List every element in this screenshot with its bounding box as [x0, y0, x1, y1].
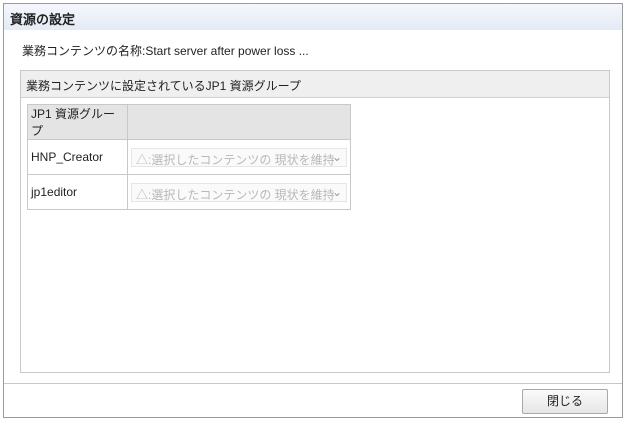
dialog-title: 資源の設定	[4, 4, 622, 30]
select-value: △:選択したコンテンツの 現状を維持	[136, 187, 335, 202]
resource-settings-dialog: 資源の設定 業務コンテンツの名称:Start server after powe…	[3, 3, 623, 418]
table-row: HNP_Creator △:選択したコンテンツの 現状を維持 ⌄	[27, 139, 351, 175]
resource-group-table: JP1 資源グループ HNP_Creator △:選択したコンテンツの 現状を維持…	[27, 104, 351, 210]
content-name-label: 業務コンテンツの名称:Start server after power loss…	[22, 44, 309, 58]
resource-group-panel: 業務コンテンツに設定されているJP1 資源グループ JP1 資源グループ HNP…	[20, 70, 610, 373]
close-button[interactable]: 閉じる	[522, 389, 608, 414]
column-header-setting	[127, 104, 351, 140]
column-header-group: JP1 資源グループ	[27, 104, 128, 140]
setting-select[interactable]: △:選択したコンテンツの 現状を維持 ⌄	[131, 182, 347, 202]
panel-title: 業務コンテンツに設定されているJP1 資源グループ	[21, 71, 609, 98]
setting-select[interactable]: △:選択したコンテンツの 現状を維持 ⌄	[131, 147, 347, 167]
chevron-down-icon: ⌄	[331, 184, 342, 199]
table-row: jp1editor △:選択したコンテンツの 現状を維持 ⌄	[27, 174, 351, 210]
footer-divider	[4, 383, 622, 384]
chevron-down-icon: ⌄	[331, 149, 342, 164]
group-name: jp1editor	[27, 174, 128, 210]
group-name: HNP_Creator	[27, 139, 128, 175]
select-value: △:選択したコンテンツの 現状を維持	[136, 152, 335, 167]
